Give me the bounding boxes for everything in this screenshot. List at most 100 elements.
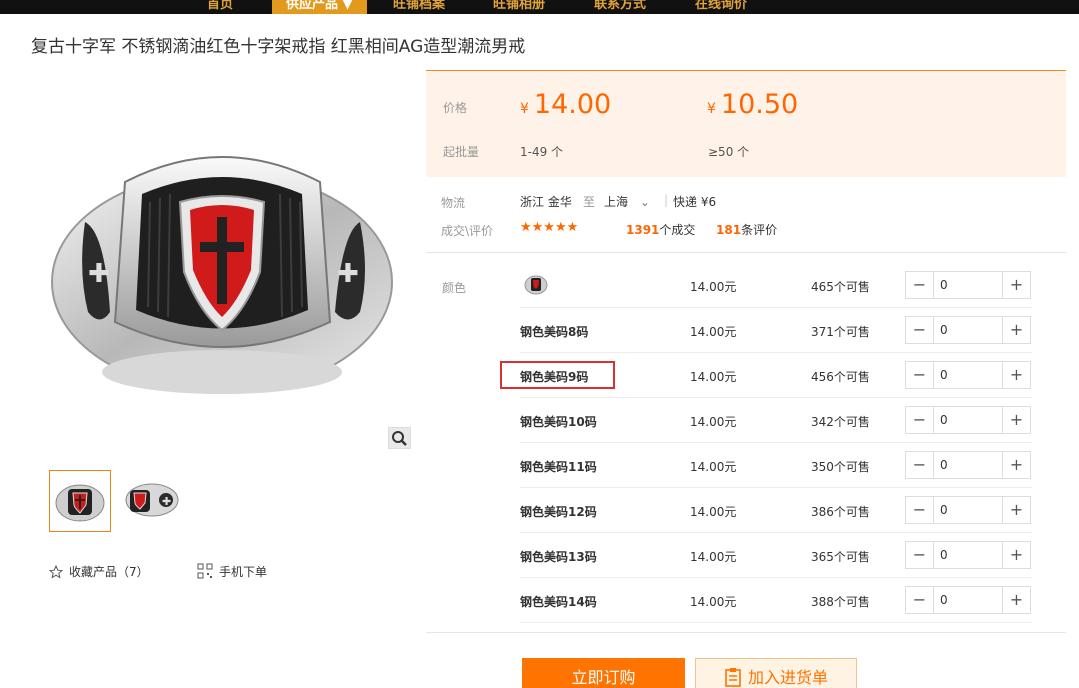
nav-album[interactable]: 旺铺相册 [493,0,545,12]
top-nav: 首页 供应产品 ▼ 旺铺档案 旺铺相册 联系方式 在线询价 [0,0,1079,14]
qr-code-icon [197,563,213,579]
tier1-price-value: 14.00 [533,89,612,120]
sku-name: 钢色美码11码 [520,460,597,474]
main-product-image[interactable]: ✚ ✚ [30,72,412,454]
nav-contact[interactable]: 联系方式 [594,0,646,12]
currency-symbol: ¥ [520,101,529,117]
logistics-from: 浙江 金华 [520,195,572,209]
quantity-input[interactable]: 0 [940,413,948,427]
quantity-input[interactable]: 0 [940,323,948,337]
nav-profile[interactable]: 旺铺档案 [393,0,445,12]
decrement-button[interactable]: − [906,272,934,298]
chevron-down-icon: ⌄ [639,195,650,209]
sku-price: 14.00元 [690,550,737,564]
clipboard-icon [725,668,741,687]
star-outline-icon [48,564,64,579]
sku-row: 钢色美码11码 14.00元 350个可售 − 0 + [520,443,1032,488]
sku-stock: 386个可售 [811,505,870,519]
tier1-price: ¥14.00 [520,89,611,120]
divider [426,252,1066,253]
zoom-button[interactable] [388,427,411,449]
decrement-button[interactable]: − [906,362,934,388]
deal-count-suffix: 个成交 [659,223,696,237]
reviews-label: 成交\评价 [441,224,494,238]
increment-button[interactable]: + [1002,272,1030,298]
nav-products[interactable]: 供应产品 ▼ [272,0,367,14]
nav-home[interactable]: 首页 [207,0,233,12]
shipping-fee: 快递 ¥6 [673,195,717,209]
sku-name: 钢色美码14码 [520,595,597,609]
quantity-stepper: − 0 + [905,496,1031,524]
increment-button[interactable]: + [1002,497,1030,523]
svg-text:✚: ✚ [88,259,110,289]
sku-stock: 456个可售 [811,370,870,384]
divider [426,632,1066,633]
nav-inquiry[interactable]: 在线询价 [695,0,747,12]
magnifier-icon [392,431,407,446]
quantity-input[interactable]: 0 [940,368,948,382]
increment-button[interactable]: + [1002,587,1030,613]
quantity-input[interactable]: 0 [940,548,948,562]
favorite-product[interactable]: 收藏产品（7） [48,563,149,580]
increment-button[interactable]: + [1002,452,1030,478]
chevron-down-icon: ▼ [342,0,353,12]
quantity-input[interactable]: 0 [940,458,948,472]
quantity-input[interactable]: 0 [940,593,948,607]
sku-row: 钢色美码14码 14.00元 388个可售 − 0 + [520,578,1032,623]
increment-button[interactable]: + [1002,542,1030,568]
quantity-input[interactable]: 0 [940,503,948,517]
decrement-button[interactable]: − [906,407,934,433]
sku-price: 14.00元 [690,505,737,519]
tier1-range: 1-49 个 [520,145,564,159]
increment-button[interactable]: + [1002,362,1030,388]
rating-stars: ★★★★★ [520,220,579,235]
sku-row: 钢色美码13码 14.00元 365个可售 − 0 + [520,533,1032,578]
quantity-stepper: − 0 + [905,541,1031,569]
sku-price: 14.00元 [690,370,737,384]
mobile-order[interactable]: 手机下单 [197,563,267,580]
tier2-price: ¥10.50 [707,89,798,120]
sku-swatch-image[interactable] [523,271,549,297]
logistics-label: 物流 [441,196,466,210]
review-count-suffix: 条评价 [741,223,778,237]
logistics-to-word: 至 [583,195,596,209]
sku-row: 钢色美码12码 14.00元 386个可售 − 0 + [520,488,1032,533]
quantity-input[interactable]: 0 [940,278,948,292]
quantity-stepper: − 0 + [905,451,1031,479]
increment-button[interactable]: + [1002,317,1030,343]
deal-count[interactable]: 1391个成交 [626,221,695,238]
thumbnail-1[interactable] [49,470,111,532]
decrement-button[interactable]: − [906,497,934,523]
sku-stock: 465个可售 [811,280,870,294]
review-count[interactable]: 181条评价 [716,221,777,238]
favorite-label: 收藏产品（7） [69,565,149,579]
price-label: 价格 [443,101,468,115]
product-title: 复古十字军 不锈钢滴油红色十字架戒指 红黑相间AG造型潮流男戒 [31,37,526,57]
svg-text:✚: ✚ [337,259,359,289]
decrement-button[interactable]: − [906,317,934,343]
decrement-button[interactable]: − [906,587,934,613]
increment-button[interactable]: + [1002,407,1030,433]
sku-row: 钢色美码10码 14.00元 342个可售 − 0 + [520,398,1032,443]
destination-value: 上海 [604,195,629,209]
selection-highlight [500,361,615,389]
decrement-button[interactable]: − [906,542,934,568]
destination-select[interactable]: 上海 ⌄ [604,193,650,210]
buy-now-button[interactable]: 立即订购 [522,658,685,688]
svg-text:✚: ✚ [162,495,171,508]
sku-name: 钢色美码13码 [520,550,597,564]
currency-symbol: ¥ [707,101,716,117]
add-to-cart-button[interactable]: 加入进货单 [695,658,857,688]
moq-label: 起批量 [443,145,480,159]
sku-row: 钢色美码8码 14.00元 371个可售 − 0 + [520,308,1032,353]
sku-stock: 371个可售 [811,325,870,339]
sku-stock: 350个可售 [811,460,870,474]
sku-row: 14.00元 465个可售 − 0 + [520,263,1032,308]
sku-stock: 342个可售 [811,415,870,429]
nav-products-label: 供应产品 [286,0,339,12]
thumbnail-2[interactable]: ✚ [122,470,184,532]
sku-stock: 388个可售 [811,595,870,609]
tier2-price-value: 10.50 [720,89,799,120]
price-panel [426,70,1066,177]
decrement-button[interactable]: − [906,452,934,478]
